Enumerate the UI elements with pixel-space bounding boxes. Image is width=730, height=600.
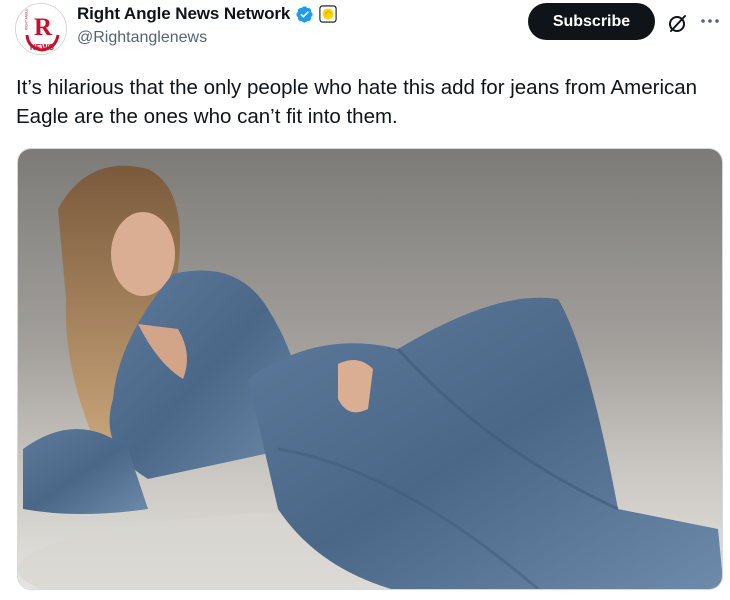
more-options-button[interactable] (697, 9, 723, 33)
svg-text:RIGHT ANGLE: RIGHT ANGLE (25, 9, 29, 30)
avatar[interactable]: R RIGHT ANGLE NEWS (15, 3, 67, 55)
avatar-logo: R RIGHT ANGLE NEWS (16, 4, 66, 54)
affiliate-badge-icon[interactable] (319, 5, 337, 23)
display-name[interactable]: Right Angle News Network (77, 4, 290, 24)
grok-icon[interactable] (666, 11, 690, 35)
svg-text:NEWS: NEWS (30, 43, 55, 52)
svg-text:R: R (34, 14, 53, 41)
more-options-icon (701, 19, 719, 23)
tweet-text: It’s hilarious that the only people who … (16, 76, 698, 128)
hand (338, 360, 373, 413)
author-handle[interactable]: @Rightanglenews (77, 29, 207, 47)
tweet-photo[interactable] (17, 148, 723, 590)
tweet-header: R RIGHT ANGLE NEWS Right Angle News Netw… (0, 0, 730, 64)
photo-jeans-model (18, 149, 722, 589)
author-name-row: Right Angle News Network (77, 4, 337, 24)
subscribe-button[interactable]: Subscribe (528, 3, 655, 40)
verified-badge-icon[interactable] (295, 5, 314, 24)
